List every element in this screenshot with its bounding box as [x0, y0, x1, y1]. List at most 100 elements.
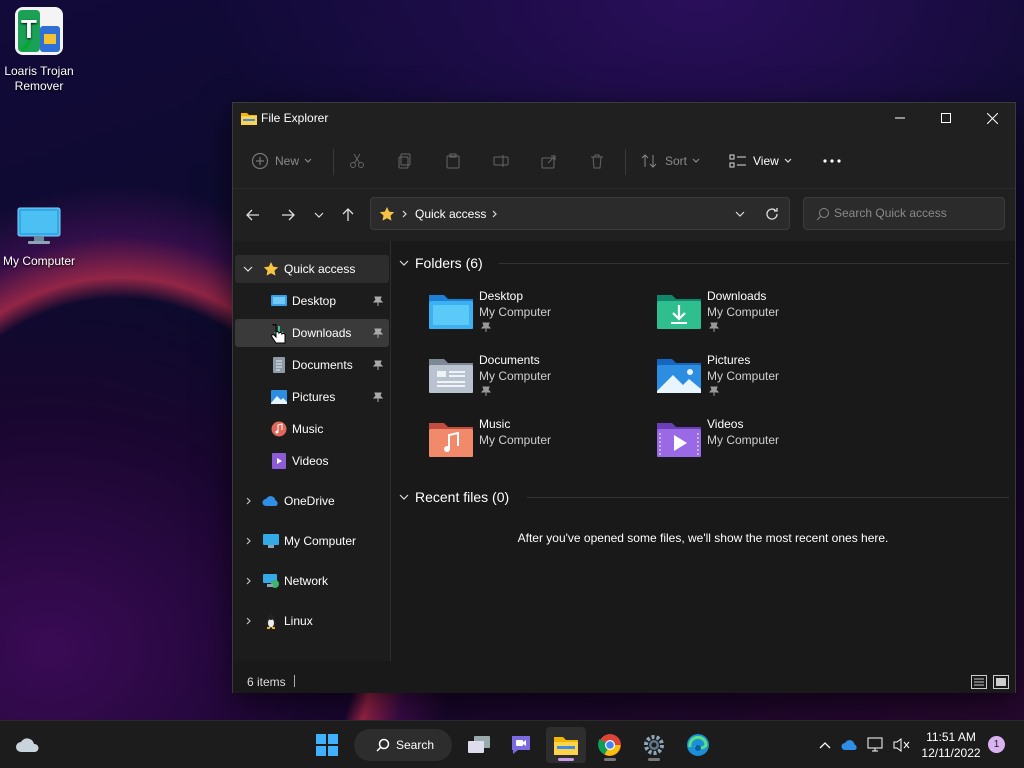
folder-icon	[241, 113, 257, 125]
search-icon	[376, 738, 390, 752]
task-view-button[interactable]	[459, 727, 499, 763]
desktop-icon-loaris[interactable]: T Loaris Trojan Remover	[0, 6, 78, 94]
nav-label: Documents	[292, 358, 353, 372]
nav-quick-access[interactable]: Quick access	[235, 255, 389, 283]
arrow-left-icon	[246, 209, 259, 221]
recent-locations-button[interactable]	[307, 205, 331, 225]
taskbar-chrome[interactable]	[590, 727, 630, 763]
desktop-icon-label: My Computer	[2, 254, 76, 268]
nav-label: My Computer	[284, 534, 357, 548]
new-button[interactable]: New	[251, 147, 312, 175]
desktop-icon-my-computer[interactable]: My Computer	[0, 206, 78, 269]
chevron-down-icon[interactable]	[735, 211, 745, 217]
downloads-folder-icon	[657, 295, 701, 329]
onedrive-tray-button[interactable]	[840, 735, 860, 755]
weather-widget-button[interactable]	[8, 727, 48, 763]
desktop-folder-icon	[429, 295, 473, 329]
tiles-view-icon[interactable]	[993, 675, 1009, 689]
music-folder-icon	[429, 423, 473, 457]
chevron-right-icon	[246, 577, 251, 585]
back-button[interactable]	[241, 205, 265, 225]
folder-tile-documents[interactable]: Documents My Computer	[429, 349, 649, 405]
share-button[interactable]	[541, 147, 557, 175]
up-button[interactable]	[336, 205, 360, 225]
folder-name: Desktop	[479, 289, 524, 303]
chevron-down-icon	[784, 158, 792, 163]
forward-button[interactable]	[276, 205, 300, 225]
nav-label: Downloads	[292, 326, 352, 340]
sort-button[interactable]: Sort	[641, 147, 700, 175]
search-input[interactable]	[834, 206, 994, 220]
videos-folder-icon	[657, 423, 701, 457]
folder-name: Documents	[479, 353, 540, 367]
close-button[interactable]	[969, 103, 1015, 133]
folder-location: My Computer	[707, 433, 780, 447]
rename-icon	[493, 155, 509, 167]
copy-button[interactable]	[397, 147, 413, 175]
nav-item-desktop[interactable]: Desktop	[235, 287, 389, 315]
chevron-down-icon	[314, 212, 324, 218]
rename-button[interactable]	[493, 147, 509, 175]
details-view-icon[interactable]	[971, 675, 987, 689]
delete-button[interactable]	[589, 147, 605, 175]
nav-label: Network	[284, 574, 329, 588]
folder-tile-pictures[interactable]: Pictures My Computer	[657, 349, 877, 405]
more-options-button[interactable]	[823, 147, 841, 175]
taskbar: Search 11:51 AM 12/11/2022 1	[0, 720, 1024, 768]
chevron-right-icon	[246, 537, 251, 545]
toolbar-divider	[333, 149, 334, 175]
folder-tile-videos[interactable]: Videos My Computer	[657, 413, 877, 469]
nav-item-pictures[interactable]: Pictures	[235, 383, 389, 411]
star-icon	[379, 207, 395, 221]
pin-icon	[481, 322, 491, 332]
maximize-button[interactable]	[923, 103, 969, 133]
maximize-icon	[941, 113, 951, 123]
folder-tile-desktop[interactable]: Desktop My Computer	[429, 285, 649, 341]
folders-section-header[interactable]: Folders (6)	[399, 253, 1009, 273]
taskbar-settings[interactable]	[634, 727, 674, 763]
network-tray-button[interactable]	[866, 735, 886, 755]
taskbar-file-explorer[interactable]	[546, 727, 586, 763]
breadcrumb-quick-access[interactable]: Quick access	[415, 207, 486, 221]
paste-button[interactable]	[445, 147, 461, 175]
nav-item-videos[interactable]: Videos	[235, 447, 389, 475]
title-bar[interactable]: File Explorer	[233, 103, 1015, 133]
refresh-icon[interactable]	[765, 207, 779, 221]
volume-tray-button[interactable]	[892, 735, 912, 755]
notification-badge[interactable]: 1	[988, 736, 1005, 753]
task-view-icon	[468, 736, 490, 753]
folder-tile-music[interactable]: Music My Computer	[429, 413, 649, 469]
search-icon	[816, 208, 829, 221]
chevron-down-icon	[399, 260, 409, 266]
minimize-button[interactable]	[877, 103, 923, 133]
nav-onedrive[interactable]: OneDrive	[235, 487, 389, 515]
nav-linux[interactable]: Linux	[235, 607, 389, 635]
nav-item-downloads[interactable]: Downloads	[235, 319, 389, 347]
pin-icon	[481, 386, 491, 396]
folder-location: My Computer	[479, 305, 552, 319]
command-bar: New Sort View	[233, 133, 1015, 189]
show-hidden-icons-button[interactable]	[816, 735, 834, 755]
address-field[interactable]: Quick access	[370, 197, 790, 230]
cut-button[interactable]	[349, 147, 365, 175]
folder-location: My Computer	[479, 369, 552, 383]
nav-item-music[interactable]: Music	[235, 415, 389, 443]
recent-section-header[interactable]: Recent files (0)	[399, 487, 1009, 507]
view-button[interactable]: View	[729, 147, 792, 175]
start-button[interactable]	[307, 727, 347, 763]
pin-icon	[373, 328, 383, 338]
share-icon	[541, 155, 556, 169]
more-dots-icon	[823, 159, 841, 163]
section-divider	[527, 497, 1009, 498]
clock-button[interactable]: 11:51 AM 12/11/2022	[916, 729, 986, 761]
nav-my-computer[interactable]: My Computer	[235, 527, 389, 555]
search-box[interactable]	[803, 197, 1005, 230]
nav-network[interactable]: Network	[235, 567, 389, 595]
chat-button[interactable]	[501, 727, 541, 763]
nav-item-documents[interactable]: Documents	[235, 351, 389, 379]
item-count: 6 items	[247, 675, 286, 689]
folder-tile-downloads[interactable]: Downloads My Computer	[657, 285, 877, 341]
taskbar-edge[interactable]	[678, 727, 718, 763]
clock-date: 12/11/2022	[921, 746, 981, 760]
taskbar-search-button[interactable]: Search	[354, 729, 452, 761]
